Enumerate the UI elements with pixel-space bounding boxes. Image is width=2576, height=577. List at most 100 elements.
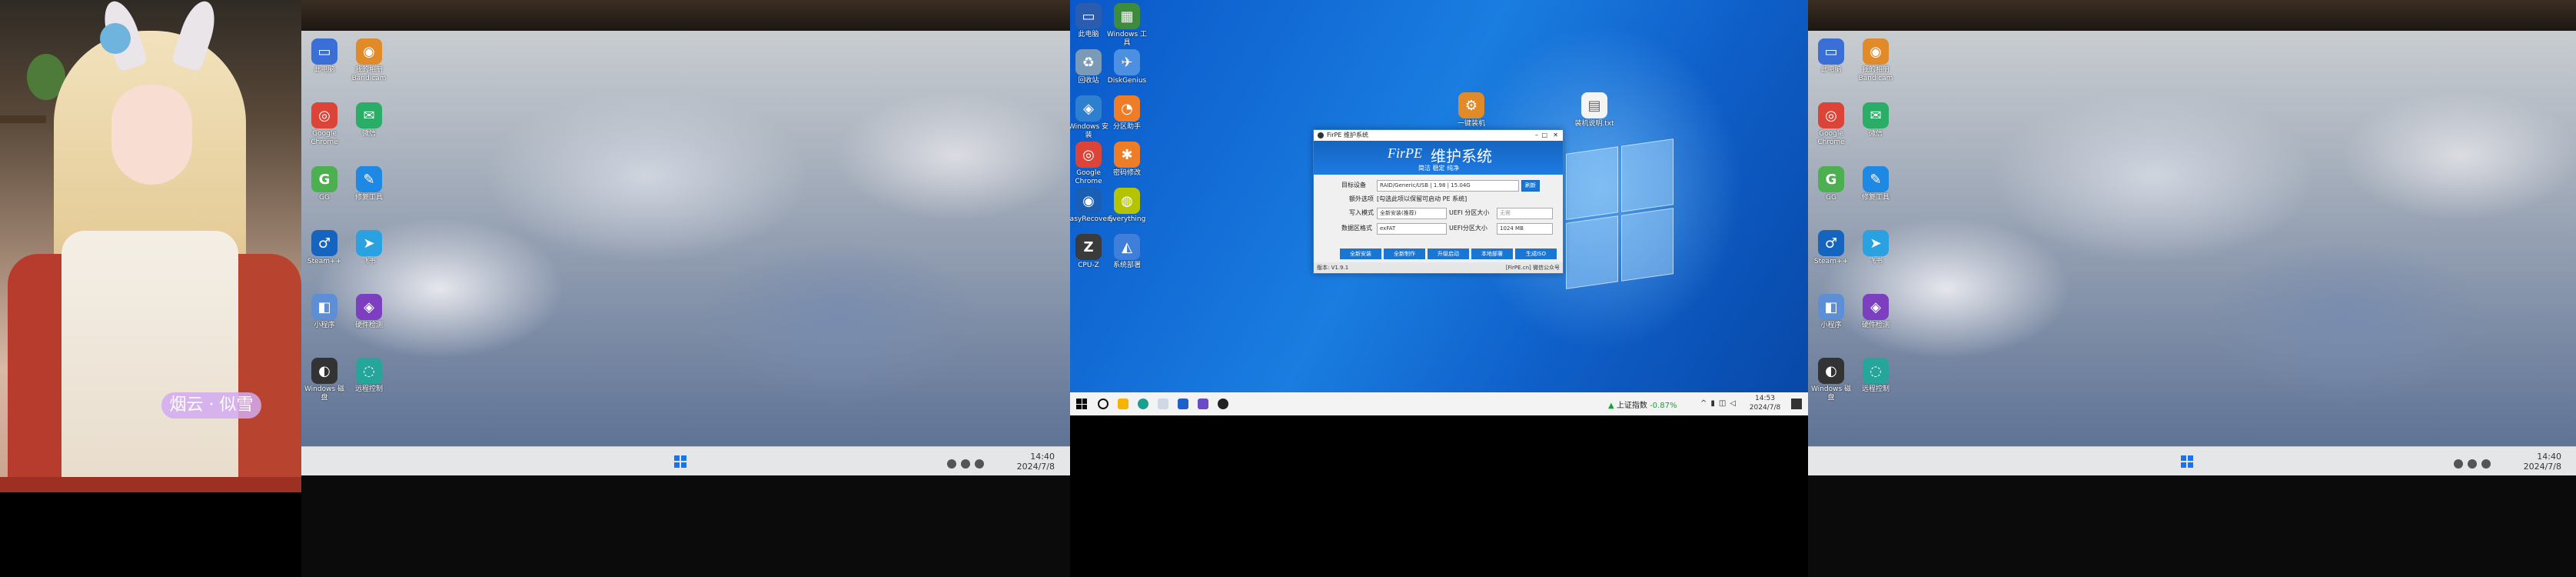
start-button[interactable]	[2181, 455, 2193, 468]
desktop-icon[interactable]: ◌ 远程控制	[346, 358, 392, 394]
desktop-icon[interactable]: ✎ 修复工具	[1853, 166, 1899, 202]
stock-name: 上证指数	[1616, 402, 1647, 410]
desktop-icon-label: Windows 磁盘	[304, 385, 345, 402]
clock[interactable]: 14:53 2024/7/8	[1745, 394, 1785, 412]
desktop-icon-label: 飞书	[1868, 258, 1883, 265]
local-deploy-button[interactable]: 本地部署	[1471, 248, 1513, 259]
desktop-icon[interactable]: ◧ 小程序	[1808, 294, 1854, 330]
desktop-icon-label: 微信	[361, 130, 376, 138]
maximize-icon[interactable]: □	[1541, 130, 1547, 141]
desktop-icon[interactable]: ✉ 微信	[346, 102, 392, 138]
desktop-icon[interactable]: ✉ 微信	[1853, 102, 1899, 138]
desktop-icon[interactable]: ➤ 飞书	[1853, 230, 1899, 266]
fresh-make-button[interactable]: 全新制作	[1384, 248, 1425, 259]
options-checkbox[interactable]: [勾选此项以保留可启动 PE 系统]	[1377, 193, 1467, 205]
telegram-icon: ➤	[356, 230, 382, 256]
search-icon[interactable]	[1098, 399, 1109, 409]
desktop-icon-label: Google Chrome	[311, 130, 338, 146]
volume-icon[interactable]: ◁	[1730, 399, 1740, 408]
desktop-icon[interactable]: ◧ 小程序	[301, 294, 347, 330]
desktop-icon[interactable]: ▤ 装机说明.txt	[1571, 92, 1617, 128]
battery-icon[interactable]	[975, 459, 984, 469]
desktop-icon[interactable]: G GG	[301, 166, 347, 202]
desktop-icon[interactable]: ♂ Steam++	[301, 230, 347, 266]
banner-title: 维护系统	[1431, 147, 1492, 165]
desktop-icon[interactable]: ⚙ 一键装机	[1448, 92, 1494, 128]
desktop-icon[interactable]: ➤ 飞书	[346, 230, 392, 266]
upgrade-boot-button[interactable]: 升级启动	[1428, 248, 1469, 259]
start-button[interactable]	[1076, 399, 1087, 409]
wall-background	[301, 0, 1070, 31]
start-button[interactable]	[674, 455, 686, 468]
network-icon[interactable]	[947, 459, 956, 469]
monitor-right: ▭ 此电脑 ◉ 我的相册 Bandicam ◎ Google Chrome ✉ 微信 G GG ✎ 修…	[1808, 0, 2576, 577]
desktop-icon[interactable]: ◐ Windows 磁盘	[1808, 358, 1854, 402]
clock[interactable]: 14:40 2024/7/8	[1009, 452, 1055, 472]
desktop-icon[interactable]: ◈ 硬件检测	[1853, 294, 1899, 330]
generate-iso-button[interactable]: 生成ISO	[1515, 248, 1557, 259]
remote-icon: ◌	[356, 358, 382, 384]
desktop-icon[interactable]: ◌ 远程控制	[1853, 358, 1899, 394]
app-icon[interactable]	[1178, 399, 1188, 409]
desktop-icon[interactable]: ◎ Google Chrome	[1808, 102, 1854, 147]
desktop-icon-label: Google Chrome	[1817, 130, 1845, 146]
desktop-icon-label: 此电脑	[314, 66, 335, 74]
ue-select[interactable]: 无需	[1497, 208, 1553, 219]
minimize-icon[interactable]: –	[1535, 130, 1538, 141]
desktop-icon[interactable]: ◉ 我的相册 Bandicam	[1853, 38, 1899, 83]
size-select[interactable]: 1024 MB	[1497, 223, 1553, 235]
desktop-icon[interactable]: ◔ 分区助手	[1104, 95, 1150, 132]
chrome-icon: ◎	[311, 102, 337, 128]
options-label: 额外选项	[1349, 195, 1374, 202]
clock[interactable]: 14:40 2024/7/8	[2515, 452, 2561, 472]
disk-icon: ◐	[1818, 358, 1844, 384]
dress	[61, 231, 238, 492]
write-mode-select[interactable]: 全新安装(推荐)	[1377, 208, 1447, 219]
refresh-button[interactable]: 刷新	[1521, 180, 1540, 192]
desktop-icon[interactable]: ◍ Everything	[1104, 188, 1150, 224]
chevron-up-icon[interactable]: ^	[1700, 399, 1710, 408]
notification-icon[interactable]	[1791, 399, 1802, 409]
window-title: FirPE 维护系统	[1327, 132, 1368, 138]
stock-widget[interactable]: ▲ 上证指数 -0.87%	[1608, 399, 1677, 410]
desktop-icon[interactable]: ◭ 系统部署	[1104, 234, 1150, 270]
volume-icon[interactable]	[961, 459, 970, 469]
desktop-icon[interactable]: ◈ 硬件检测	[346, 294, 392, 330]
desktop-icon-label: Windows 工具	[1106, 31, 1148, 47]
battery-icon[interactable]	[2481, 459, 2491, 469]
battery-icon[interactable]: ▮	[1710, 399, 1719, 408]
desktop-icon[interactable]: ♂ Steam++	[1808, 230, 1854, 266]
file-explorer-icon[interactable]	[1118, 399, 1128, 409]
volume-icon[interactable]	[2468, 459, 2477, 469]
desktop-icon[interactable]: ✈ DiskGenius	[1104, 49, 1150, 85]
app-icon[interactable]	[1198, 399, 1208, 409]
desktop-icon[interactable]: ▦ Windows 工具	[1104, 3, 1150, 48]
desktop-icon[interactable]: ◉ 我的相册 Bandicam	[346, 38, 392, 83]
desktop-icon[interactable]: G GG	[1808, 166, 1854, 202]
chrome-icon: ◎	[1075, 142, 1102, 168]
desktop-wallpaper	[301, 31, 1070, 446]
desktop-icon[interactable]: ◐ Windows 磁盘	[301, 358, 347, 402]
network-icon[interactable]: ◫	[1719, 399, 1730, 408]
desktop-icon-label: 此电脑	[1820, 66, 1842, 74]
desktop-icon[interactable]: ✱ 密码修改	[1104, 142, 1150, 178]
site-link[interactable]: [FirPE.cn] 微信公众号	[1506, 262, 1560, 273]
network-icon[interactable]	[2454, 459, 2463, 469]
close-icon[interactable]: ✕	[1553, 130, 1558, 141]
desktop-icon[interactable]: ▭ 此电脑	[1808, 38, 1854, 75]
filesystem-select[interactable]: exFAT	[1377, 223, 1447, 235]
tool-icon[interactable]	[1158, 399, 1168, 409]
desktop-icon[interactable]: ◎ Google Chrome	[301, 102, 347, 147]
fresh-install-button[interactable]: 全新安装	[1340, 248, 1381, 259]
portrait-photo: 烟云 · 似雪	[0, 0, 301, 492]
firpe-taskbar-icon[interactable]	[1218, 399, 1228, 409]
app-icon: ◧	[311, 294, 337, 320]
desktop-icon[interactable]: ✎ 修复工具	[346, 166, 392, 202]
edge-icon[interactable]	[1138, 399, 1148, 409]
g-app-icon: G	[1818, 166, 1844, 192]
desktop-icon-label: 修复工具	[354, 194, 383, 202]
target-device-select[interactable]: RAID/Generic/USB | 1.98 | 15.04G	[1377, 180, 1519, 192]
banner-logo: FirPE	[1388, 145, 1422, 161]
desktop-icon[interactable]: ▭ 此电脑	[301, 38, 347, 75]
computer-icon: ▭	[1075, 3, 1102, 29]
